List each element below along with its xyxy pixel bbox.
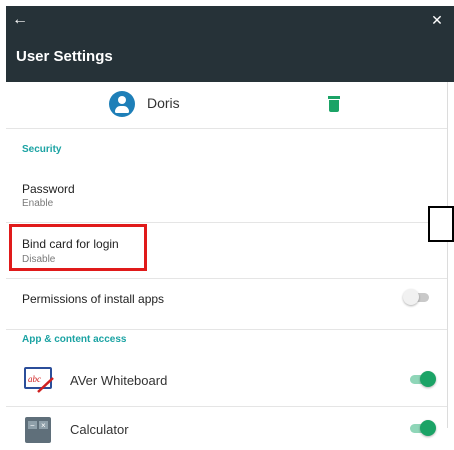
close-button[interactable]: ✕	[428, 10, 446, 30]
calculator-toggle[interactable]	[408, 420, 436, 436]
trash-icon[interactable]	[328, 96, 340, 112]
app-label: AVer Whiteboard	[70, 373, 168, 388]
user-row: Doris	[6, 82, 447, 129]
section-header-app-access: App & content access	[22, 334, 127, 345]
app-bar: ← ✕ User Settings	[6, 6, 454, 82]
whiteboard-app-icon: abc	[24, 366, 54, 394]
close-icon: ✕	[431, 12, 443, 28]
install-permissions-toggle[interactable]	[403, 289, 431, 305]
arrow-left-icon: ←	[12, 11, 28, 28]
whiteboard-toggle[interactable]	[408, 371, 436, 387]
app-row-calculator[interactable]: − × Calculator	[6, 407, 447, 443]
app-row-whiteboard[interactable]: abc AVer Whiteboard	[6, 354, 447, 407]
setting-label: Password	[22, 182, 75, 196]
setting-install-permissions[interactable]: Permissions of install apps	[6, 279, 447, 330]
back-button[interactable]: ←	[12, 10, 34, 30]
page-title: User Settings	[16, 48, 113, 65]
highlight-box	[9, 224, 147, 271]
outlined-box	[428, 206, 454, 242]
svg-text:abc: abc	[28, 374, 41, 384]
section-header-security: Security	[22, 144, 62, 155]
user-name: Doris	[147, 95, 180, 111]
calculator-app-icon: − ×	[24, 417, 54, 445]
svg-text:×: ×	[41, 421, 46, 430]
app-label: Calculator	[70, 422, 129, 437]
account-circle-icon	[109, 91, 135, 117]
setting-password[interactable]: Password Enable	[6, 166, 447, 223]
setting-status: Enable	[22, 198, 54, 209]
svg-text:−: −	[30, 421, 35, 430]
setting-label: Permissions of install apps	[22, 292, 165, 306]
